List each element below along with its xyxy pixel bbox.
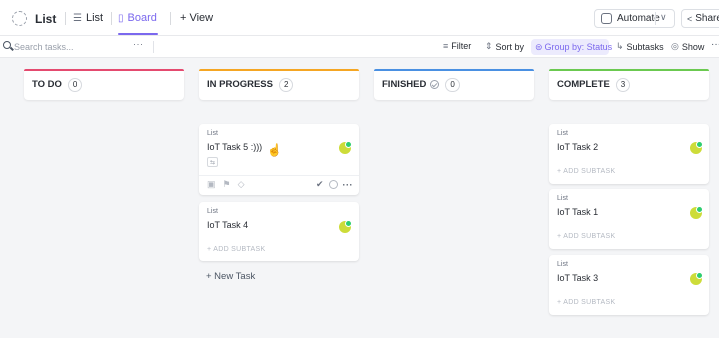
top-bar: List ☰ List ▯ Board + View Automate ∨ < … [0,0,719,36]
automate-label: Automate [617,13,660,24]
calendar-icon[interactable]: ▣ [207,179,216,190]
avatar[interactable] [339,141,352,154]
share-button[interactable]: < Share [681,9,719,28]
divider [655,12,656,25]
card-title[interactable]: IoT Task 1 [557,207,598,217]
divider [199,175,359,176]
add-subtask-button[interactable]: + ADD SUBTASK [557,233,615,240]
card-list-crumb: List [207,208,218,215]
page-title: List [35,12,57,26]
column-title: FINISHED [382,79,427,90]
avatar[interactable] [690,206,703,219]
column-count: 0 [67,77,83,92]
tag-icon[interactable]: ◇ [238,179,245,190]
card-title[interactable]: IoT Task 4 [207,220,248,230]
tab-list[interactable]: ☰ List [73,12,103,24]
avatar[interactable] [339,220,352,233]
subtasks-label: Subtasks [626,41,664,52]
subtask-icon: ↳ [616,41,624,51]
card-quick-actions: ▣ ⚑ ◇ [207,179,245,190]
column-header-in-progress[interactable]: IN PROGRESS 2 [199,69,359,100]
layers-icon: ⊜ [535,41,543,52]
filter-label: Filter [451,41,472,51]
divider [65,12,66,25]
share-label: Share [695,13,719,24]
card-list-crumb: List [557,261,568,268]
search-options-icon[interactable]: ··· [133,39,144,49]
active-tab-indicator [118,33,158,35]
check-circle-icon [430,80,440,89]
card-title[interactable]: IoT Task 5 :))) [207,142,262,152]
task-card-iot-task-1[interactable]: List IoT Task 1 + ADD SUBTASK [549,189,709,249]
column-title: COMPLETE [557,79,610,90]
group-by-label: Group by: Status [544,42,613,52]
sort-label: Sort by [495,41,525,52]
search-input[interactable] [14,40,124,53]
column-count: 2 [279,77,294,92]
automate-button[interactable]: Automate ∨ [594,9,675,28]
add-view-button[interactable]: + View [180,12,213,24]
subtasks-button[interactable]: ↳ Subtasks [616,41,664,52]
tab-board[interactable]: ▯ Board [118,12,157,24]
more-options-icon[interactable]: ··· [343,180,354,190]
task-card-iot-task-2[interactable]: List IoT Task 2 + ADD SUBTASK [549,124,709,184]
card-list-crumb: List [557,195,568,202]
show-label: Show [681,41,705,52]
column-title: IN PROGRESS [207,79,273,90]
column-header-todo[interactable]: TO DO 0 [24,69,184,100]
new-task-button[interactable]: + New Task [206,271,255,282]
divider [170,12,171,25]
share-icon: < [687,13,693,24]
divider [111,12,112,25]
card-title[interactable]: IoT Task 2 [557,142,598,152]
avatar[interactable] [690,272,703,285]
column-count: 3 [615,77,631,92]
sort-button[interactable]: ⇕ Sort by [485,41,524,52]
filter-icon: ≡ [443,41,449,51]
subtask-icon[interactable]: ⇆ [207,157,218,167]
add-subtask-button[interactable]: + ADD SUBTASK [557,299,615,306]
divider [153,41,154,53]
list-icon: ☰ [73,12,82,24]
task-card-iot-task-5[interactable]: List IoT Task 5 :))) ⇆ ▣ ⚑ ◇ ✔ ··· [199,124,359,195]
status-circle-icon[interactable] [328,180,338,189]
column-header-complete[interactable]: COMPLETE 3 [549,69,709,100]
filter-button[interactable]: ≡ Filter [443,41,471,51]
column-header-finished[interactable]: FINISHED 0 [374,69,534,100]
checkmark-icon[interactable]: ✔ [316,179,324,190]
search-icon [3,41,11,49]
chevron-down-icon[interactable]: ∨ [660,12,667,23]
group-by-button[interactable]: ⊜ Group by: Status [531,39,612,55]
list-space-icon[interactable] [12,11,27,26]
add-subtask-button[interactable]: + ADD SUBTASK [207,246,265,253]
tab-list-label: List [85,12,104,24]
tab-board-label: Board [127,12,157,24]
card-actions: ✔ ··· [316,179,353,190]
avatar[interactable] [690,141,703,154]
sort-icon: ⇕ [485,41,493,51]
column-count: 0 [445,77,460,92]
eye-icon: ◎ [671,41,679,51]
task-card-iot-task-3[interactable]: List IoT Task 3 + ADD SUBTASK [549,255,709,315]
task-card-iot-task-4[interactable]: List IoT Task 4 + ADD SUBTASK [199,202,359,261]
card-list-crumb: List [207,130,218,137]
add-subtask-button[interactable]: + ADD SUBTASK [557,168,615,175]
flag-icon[interactable]: ⚑ [223,179,231,190]
robot-icon [601,13,612,24]
more-options-icon[interactable]: ··· [711,39,719,50]
hand-cursor-icon: ☝ [267,143,282,157]
toolbar: ··· ≡ Filter ⇕ Sort by ⊜ Group by: Statu… [0,36,719,58]
show-button[interactable]: ◎ Show [671,41,704,52]
column-title: TO DO [32,79,62,90]
card-list-crumb: List [557,130,568,137]
card-title[interactable]: IoT Task 3 [557,273,598,283]
board-icon: ▯ [118,12,124,24]
